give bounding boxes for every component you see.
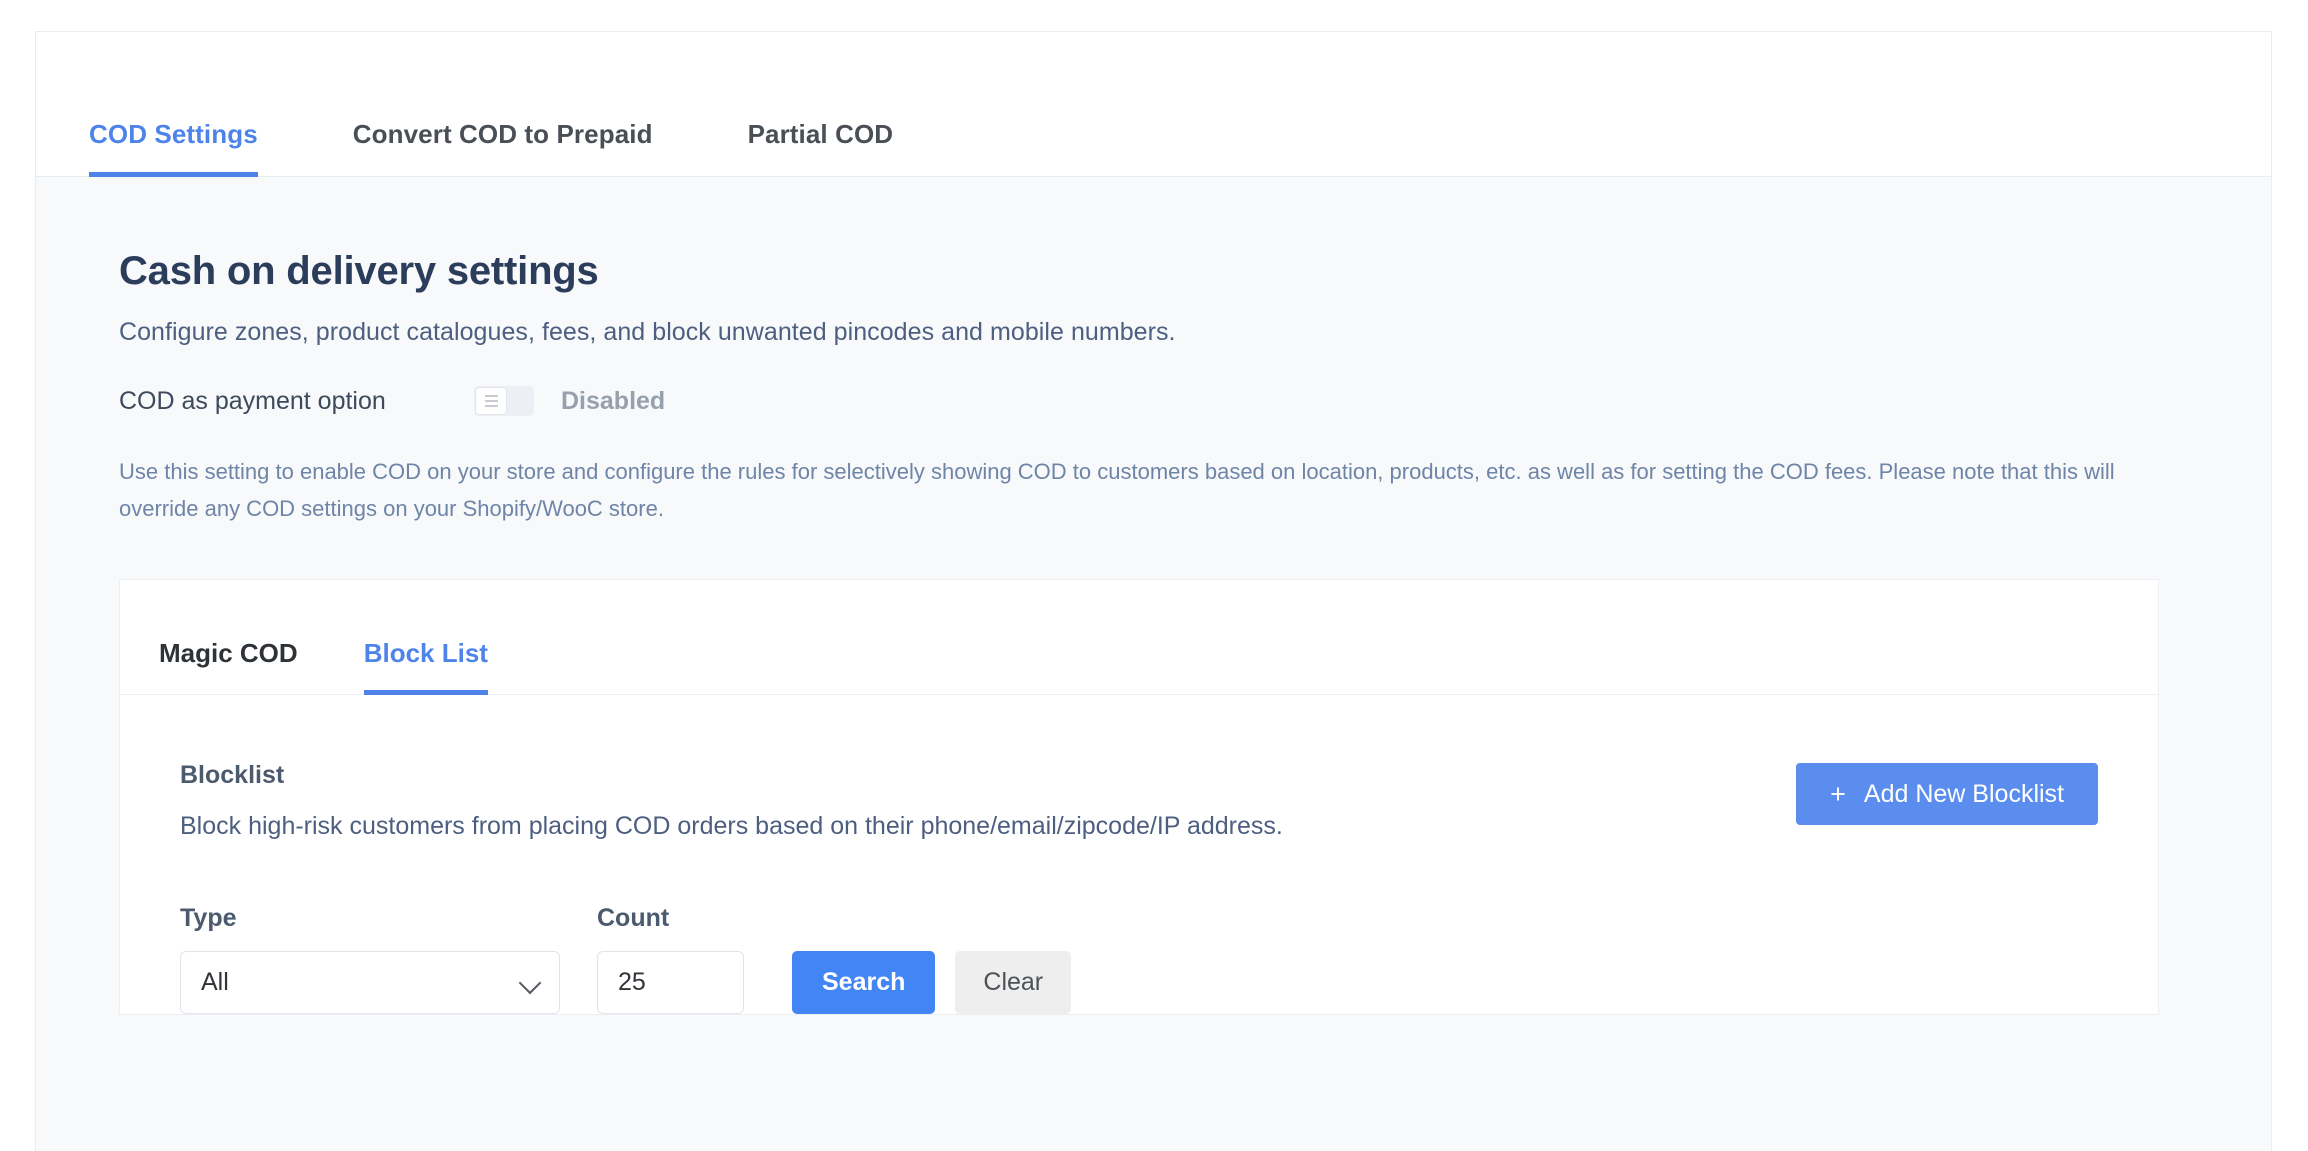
tab-block-list[interactable]: Block List	[363, 638, 489, 695]
blocklist-description: Block high-risk customers from placing C…	[180, 812, 1283, 840]
primary-tab-bar: COD Settings Convert COD to Prepaid Part…	[36, 32, 2271, 177]
blocklist-header-text: Blocklist Block high-risk customers from…	[180, 761, 1283, 841]
add-new-blocklist-button[interactable]: + Add New Blocklist	[1796, 763, 2098, 825]
blocklist-card: Magic COD Block List Blocklist Block hig…	[119, 579, 2159, 1015]
count-field-label: Count	[597, 904, 670, 932]
tab-partial-cod-label: Partial COD	[747, 119, 894, 149]
tab-convert-cod-to-prepaid[interactable]: Convert COD to Prepaid	[353, 119, 653, 176]
add-new-blocklist-label: Add New Blocklist	[1863, 779, 2064, 808]
tab-magic-cod-label: Magic COD	[159, 638, 298, 668]
cod-payment-option-label: COD as payment option	[119, 386, 386, 415]
hamburger-icon	[484, 400, 498, 402]
blocklist-filters: Type All Count Sear	[180, 904, 2098, 1014]
tab-convert-cod-to-prepaid-label: Convert COD to Prepaid	[352, 119, 653, 149]
plus-icon: +	[1830, 778, 1846, 809]
page-subtitle: Configure zones, product catalogues, fee…	[119, 318, 1176, 346]
tab-partial-cod[interactable]: Partial COD	[748, 119, 894, 176]
cod-payment-option-state: Disabled	[561, 386, 666, 415]
count-input[interactable]	[597, 951, 744, 1014]
count-field: Count	[597, 904, 744, 1014]
toggle-knob	[475, 387, 507, 415]
clear-button[interactable]: Clear	[955, 951, 1072, 1014]
type-field-label: Type	[180, 904, 237, 932]
page-title: Cash on delivery settings	[119, 249, 599, 293]
page-body: Cash on delivery settings Configure zone…	[36, 177, 2271, 1015]
tab-block-list-label: Block List	[363, 638, 488, 668]
type-select[interactable]: All	[180, 951, 560, 1014]
tab-cod-settings-label: COD Settings	[89, 119, 258, 149]
cod-payment-option-toggle[interactable]	[474, 386, 534, 416]
blocklist-title: Blocklist	[180, 761, 285, 789]
app-frame: COD Settings Convert COD to Prepaid Part…	[35, 31, 2272, 1151]
cod-payment-option-row: COD as payment option Disabled	[119, 379, 2271, 423]
card-tab-bar: Magic COD Block List	[120, 580, 2158, 695]
tab-magic-cod[interactable]: Magic COD	[159, 638, 298, 694]
search-button[interactable]: Search	[792, 951, 936, 1014]
tab-cod-settings[interactable]: COD Settings	[89, 119, 258, 177]
type-field: Type All	[180, 904, 560, 1014]
cod-help-text: Use this setting to enable COD on your s…	[119, 459, 2115, 521]
type-select-wrap: All	[180, 951, 560, 1014]
blocklist-header: Blocklist Block high-risk customers from…	[180, 761, 2098, 841]
type-select-value: All	[201, 968, 229, 996]
card-body: Blocklist Block high-risk customers from…	[120, 695, 2158, 1014]
